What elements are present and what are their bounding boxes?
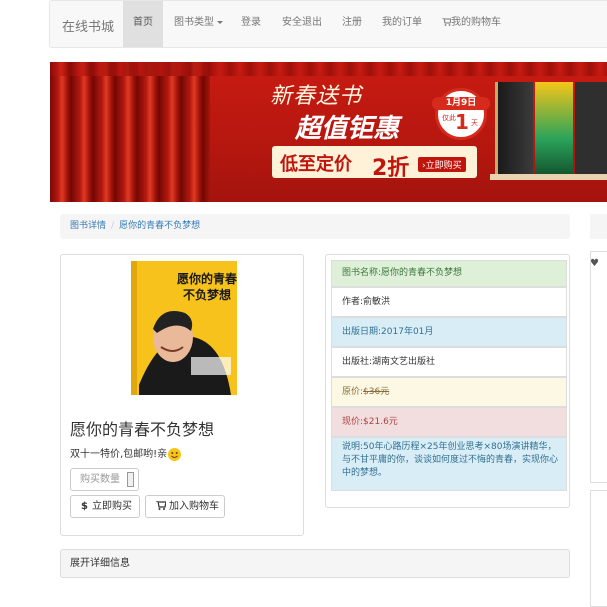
author-value: 俞敏洪 bbox=[363, 297, 391, 307]
side-panel-2 bbox=[590, 490, 607, 607]
buy-now-button[interactable]: $ 立即购买 bbox=[70, 495, 140, 518]
product-subtitle-text: 双十一特价,包邮哟!亲 bbox=[70, 449, 168, 460]
publisher-label: 出版社: bbox=[342, 357, 373, 367]
breadcrumb-home[interactable]: 图书详情 bbox=[70, 221, 106, 231]
banner-book-3 bbox=[575, 82, 607, 177]
nav-logout[interactable]: 安全退出 bbox=[282, 1, 322, 47]
info-row-original-price: 原价:$36元 bbox=[331, 377, 567, 407]
promo-line1: 新春送书 bbox=[270, 84, 363, 109]
desc-label: 说明: bbox=[342, 442, 364, 452]
nav-book-types[interactable]: 图书类型 bbox=[174, 1, 223, 47]
info-row-name: 图书名称:愿你的青春不负梦想 bbox=[331, 260, 567, 287]
book-name: 愿你的青春不负梦想 bbox=[381, 268, 463, 278]
product-subtitle: 双十一特价,包邮哟!亲 bbox=[70, 445, 182, 461]
author-label: 作者: bbox=[342, 297, 364, 307]
nav-home[interactable]: 首页 bbox=[123, 1, 163, 47]
nav-my-cart[interactable]: 我的购物车 bbox=[442, 1, 501, 47]
price-lead: 低至定价 bbox=[280, 154, 352, 175]
nav-login[interactable]: 登录 bbox=[241, 1, 261, 47]
info-row-author: 作者:俞敏洪 bbox=[331, 287, 567, 317]
promo-line2: 超值钜惠 bbox=[295, 114, 400, 144]
breadcrumb-separator: / bbox=[111, 221, 115, 231]
side-panel bbox=[590, 251, 607, 483]
banner-book-1 bbox=[495, 82, 533, 177]
add-to-cart-label: 加入购物车 bbox=[169, 501, 219, 512]
nav-book-types-label: 图书类型 bbox=[174, 17, 214, 28]
info-row-publisher: 出版社:湖南文艺出版社 bbox=[331, 347, 567, 377]
site-brand[interactable]: 在线书城 bbox=[62, 16, 114, 35]
breadcrumb-current[interactable]: 愿你的青春不负梦想 bbox=[119, 221, 200, 231]
chevron-down-icon bbox=[217, 20, 223, 24]
date-text: 1月9日 bbox=[432, 97, 490, 110]
smiley-icon bbox=[168, 447, 182, 461]
buy-now-label: 立即购买 bbox=[91, 501, 132, 512]
banner-book-2 bbox=[535, 82, 573, 177]
product-title: 愿你的青春不负梦想 bbox=[70, 420, 215, 439]
cover-title-part1: 愿你的青春 bbox=[177, 271, 237, 286]
book-info-list: 图书名称:愿你的青春不负梦想 作者:俞敏洪 出版日期:2017年01月 出版社:… bbox=[325, 254, 570, 508]
promo-banner[interactable]: 新春送书 超值钜惠 1月9日 仅此 1 天 低至定价 2折 ›立即购买 bbox=[50, 62, 607, 202]
quantity-placeholder: 购买数量 bbox=[80, 474, 120, 485]
name-label: 图书名称: bbox=[342, 268, 382, 278]
curtain-valance bbox=[50, 62, 607, 76]
quantity-stepper[interactable] bbox=[127, 472, 134, 487]
add-to-cart-button[interactable]: 加入购物车 bbox=[145, 495, 225, 518]
buy-now-link[interactable]: ›立即购买 bbox=[418, 157, 466, 172]
cover-title-line2: 不负梦想 bbox=[183, 287, 231, 302]
price-strip: 低至定价 2折 ›立即购买 bbox=[272, 146, 477, 181]
info-row-current-price: 现价:$21.6元 bbox=[331, 407, 567, 437]
dollar-icon: $ bbox=[81, 501, 88, 512]
orig-price-label: 原价: bbox=[342, 387, 364, 397]
only-text: 仅此 bbox=[442, 114, 456, 122]
expand-details-panel[interactable]: 展开详细信息 bbox=[60, 549, 570, 578]
breadcrumb: 图书详情 / 愿你的青春不负梦想 bbox=[60, 214, 570, 239]
info-row-date: 出版日期:2017年01月 bbox=[331, 317, 567, 347]
nav-register[interactable]: 注册 bbox=[342, 1, 362, 47]
cart-icon bbox=[156, 500, 167, 510]
desc-value: 50年心路历程×25年创业思考×80场演讲精华，与不甘平庸的你，谈谈如何度过不悔… bbox=[342, 442, 559, 478]
nav-my-cart-label: 我的购物车 bbox=[451, 17, 501, 28]
discount-text: 2折 bbox=[372, 156, 410, 181]
book-cover-image[interactable]: 愿你的青春 不负梦想 bbox=[131, 261, 237, 395]
date-value: 2017年01月 bbox=[381, 327, 434, 337]
product-card: 愿你的青春 不负梦想 愿你的青春不负梦想 双十一特价,包邮哟!亲 购买数量 $ 立… bbox=[60, 254, 304, 536]
now-price-label: 现价: bbox=[342, 417, 364, 427]
now-price-value: $21.6元 bbox=[363, 417, 398, 427]
day-text: 天 bbox=[471, 119, 478, 127]
top-navbar: 在线书城 首页 图书类型 登录 安全退出 注册 我的订单 我的购物车 bbox=[49, 0, 607, 48]
info-row-description: 说明:50年心路历程×25年创业思考×80场演讲精华，与不甘平庸的你，谈谈如何度… bbox=[331, 437, 567, 491]
nav-my-orders[interactable]: 我的订单 bbox=[382, 1, 422, 47]
day-number: 1 bbox=[455, 110, 469, 134]
orig-price-value: $36元 bbox=[363, 387, 390, 397]
cart-icon bbox=[442, 17, 452, 26]
side-header bbox=[590, 214, 607, 239]
quantity-input[interactable]: 购买数量 bbox=[70, 468, 139, 491]
publisher-value: 湖南文艺出版社 bbox=[372, 357, 436, 367]
curtain-decoration bbox=[50, 62, 210, 202]
book-shelf bbox=[490, 174, 607, 180]
date-label: 出版日期: bbox=[342, 327, 382, 337]
date-badge: 1月9日 仅此 1 天 bbox=[432, 88, 490, 140]
cover-title: 愿你的青春 bbox=[177, 271, 237, 286]
